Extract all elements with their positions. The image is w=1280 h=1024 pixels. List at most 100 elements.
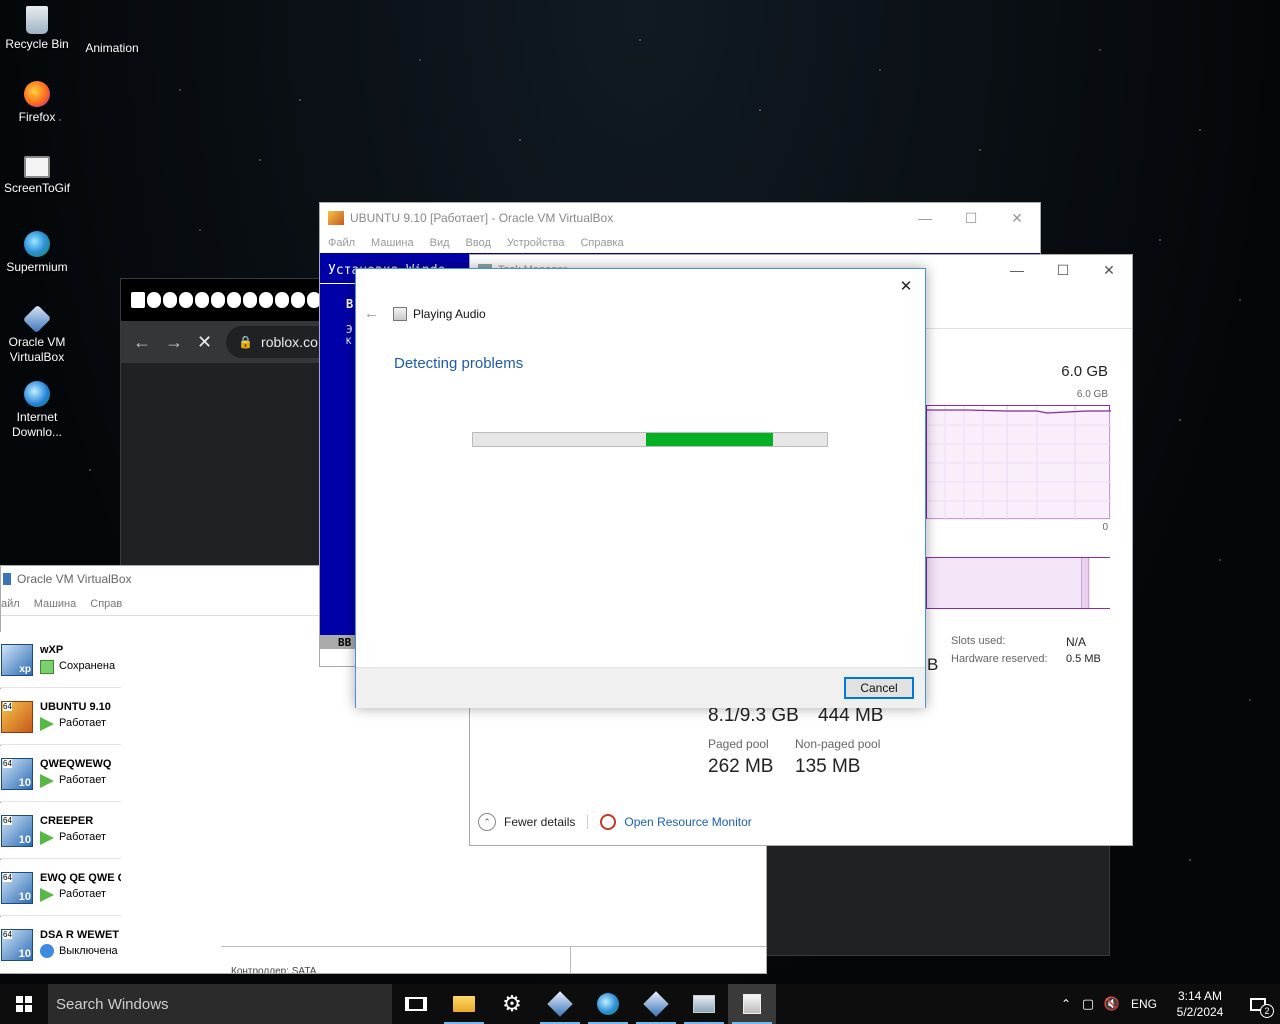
running-arrow-icon [40,774,54,788]
task-view-button[interactable] [392,984,440,1024]
non-paged-pool-label: Non-paged pool [795,737,881,751]
cancel-button[interactable]: Cancel [844,677,914,699]
vm-os-badge: 10 [18,777,31,789]
desktop-icon-supermium[interactable]: Supermium [0,231,74,275]
back-arrow-icon[interactable]: ← [364,305,379,322]
menu-view[interactable]: Вид [430,237,450,249]
running-arrow-icon [40,831,54,845]
virtualbox-icon [328,211,344,225]
start-button[interactable] [0,984,48,1024]
os-windows-10-icon: 64 10 [1,815,33,847]
vm-list-item-ubuntu[interactable]: 64 UBUNTU 9.10 Работает [0,689,121,745]
taskbar-search-box[interactable]: Search Windows [48,984,392,1024]
desktop-icon-screentogif[interactable]: ScreenToGif [0,156,74,196]
taskbar-troubleshooter[interactable] [728,984,776,1024]
troubleshooter-dialog[interactable]: ✕ ← Playing Audio Detecting problems Can… [355,268,926,708]
troubleshooter-footer: Cancel [356,667,925,708]
menu-machine[interactable]: Машина [34,598,77,610]
hardware-reserved-value: 0.5 MB [1066,653,1101,665]
close-icon[interactable]: ✕ [994,203,1040,233]
menu-help[interactable]: Справка [580,237,623,249]
back-arrow-icon[interactable]: ← [133,332,151,353]
desktop-icon-firefox[interactable]: Firefox [0,81,74,125]
os-windows-10-icon: 64 10 [1,929,33,961]
vm-name: UBUNTU 9.10 [40,701,111,713]
stop-loading-icon[interactable]: ✕ [197,332,212,353]
vm-state: Сохранена [59,660,116,672]
desktop-icon-label: Oracle VM VirtualBox [8,335,66,364]
action-center-button[interactable]: 2 [1236,984,1280,1024]
vm-name: CREEPER [40,815,94,827]
clock-date: 5/2/2024 [1176,1005,1224,1019]
desktop-icon-internet-download[interactable]: Internet Downlo... [0,381,74,440]
forward-arrow-icon[interactable]: → [165,332,183,353]
running-arrow-icon [40,717,54,731]
taskbar-supermium[interactable] [584,984,632,1024]
taskbar-settings[interactable]: ⚙ [488,984,536,1024]
memory-composition-bar [926,557,1110,609]
slots-used-value: N/A [1066,635,1087,649]
task-manager-footer: ⌃ Fewer details Open Resource Monitor [478,813,752,831]
clock-time: 3:14 AM [1177,989,1223,1003]
animation-icon [96,6,128,38]
non-paged-pool-value: 135 MB [795,756,861,777]
fewer-details-link[interactable]: Fewer details [504,815,575,829]
vm-os-badge: 10 [18,891,31,903]
desktop-icon-virtualbox[interactable]: Oracle VM VirtualBox [0,304,74,365]
taskbar-virtualbox-2[interactable] [632,984,680,1024]
taskbar-file-explorer[interactable] [440,984,488,1024]
maximize-icon[interactable]: ☐ [1040,255,1086,285]
minimize-icon[interactable]: — [902,203,948,233]
memory-total: 6.0 GB [1061,363,1108,380]
menu-devices[interactable]: Устройства [507,237,565,249]
os-ubuntu-icon: 64 [1,701,33,733]
vm-list-item-creeper[interactable]: 64 10 CREEPER Работает [0,803,121,859]
fewer-details-chevron-icon[interactable]: ⌃ [478,813,496,831]
virtualbox-icon [22,304,52,334]
ubuntu-vm-title: UBUNTU 9.10 [Работает] - Oracle VM Virtu… [350,211,614,225]
close-icon[interactable]: ✕ [1086,255,1132,285]
vm-os-badge: 10 [18,834,31,846]
lock-icon: 🔒 [238,335,254,349]
vm-list-item-ewq[interactable]: 64 10 EWQ QE QWE Q Работает [0,860,121,916]
maximize-icon[interactable]: ☐ [948,203,994,233]
desktop-icon-label: ScreenToGif [3,181,71,195]
desktop-icon-recycle-bin[interactable]: Recycle Bin [0,6,74,52]
network-icon[interactable]: ▢ [1076,996,1100,1012]
vm-os-badge: 10 [18,948,31,960]
task-manager-icon [693,995,715,1013]
desktop-icon-label: Supermium [6,260,68,274]
volume-muted-icon[interactable]: 🔇 [1100,996,1124,1012]
minimize-icon[interactable]: — [994,255,1040,285]
menu-file[interactable]: Файл [328,237,355,249]
menu-file[interactable]: айл [1,598,20,610]
menu-input[interactable]: Ввод [466,237,491,249]
windows-logo-icon [16,996,32,1012]
vm-list-item-qweqwewq[interactable]: 64 10 QWEQWEWQ Работает [0,746,121,802]
input-language[interactable]: ENG [1124,997,1164,1011]
hardware-reserved-label: Hardware reserved: [951,653,1048,665]
taskbar-virtualbox-1[interactable] [536,984,584,1024]
menu-machine[interactable]: Машина [371,237,414,249]
chevron-up-icon[interactable]: ⌃ [1056,997,1076,1011]
audio-troubleshooter-icon [393,307,407,321]
menu-help[interactable]: Справ [90,598,122,610]
troubleshooter-status: Detecting problems [394,355,524,372]
close-icon[interactable]: ✕ [895,275,917,297]
clock[interactable]: 3:14 AM 5/2/2024 [1164,988,1236,1020]
vm-screen-letter: B [346,297,354,311]
vm-list-item-dsa[interactable]: 64 10 DSA R WEWET Выключена [0,917,121,973]
vm-state: Работает [59,831,107,843]
vm-screen-status-text: BB [338,636,352,649]
vm-name: EWQ QE QWE Q [40,872,121,884]
os-windows-xp-icon: xp [1,644,33,676]
tab-favicons-strip[interactable] [131,292,321,308]
desktop-icon-animation[interactable]: Animation [75,6,149,56]
search-placeholder: Search Windows [56,995,169,1013]
slots-used-label: Slots used: [951,635,1006,647]
vm-list-item-wxp[interactable]: xp wXP Сохранена [0,632,121,688]
powered-off-icon [40,944,54,958]
open-resource-monitor-link[interactable]: Open Resource Monitor [624,815,751,829]
notification-count-badge: 2 [1260,1004,1274,1018]
taskbar-task-manager[interactable] [680,984,728,1024]
